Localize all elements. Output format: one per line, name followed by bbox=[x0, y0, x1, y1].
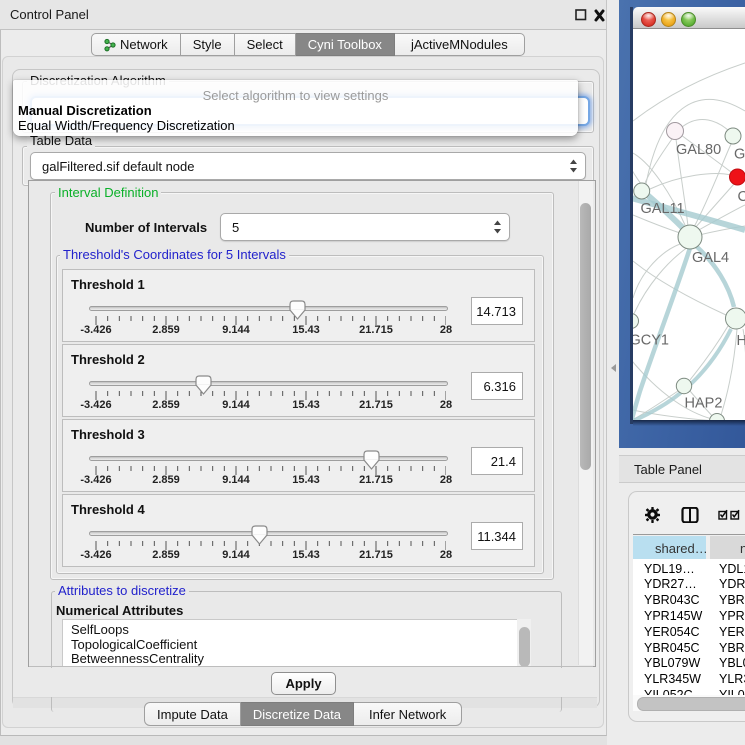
svg-text:GA: GA bbox=[734, 147, 745, 163]
svg-text:HAP2: HAP2 bbox=[685, 396, 723, 412]
svg-text:GAL80: GAL80 bbox=[676, 142, 721, 158]
svg-text:GCY1: GCY1 bbox=[633, 333, 669, 349]
svg-text:C: C bbox=[738, 189, 745, 205]
svg-text:H: H bbox=[737, 333, 745, 349]
svg-text:GAL4: GAL4 bbox=[692, 250, 729, 266]
svg-text:GAL11: GAL11 bbox=[641, 201, 685, 217]
